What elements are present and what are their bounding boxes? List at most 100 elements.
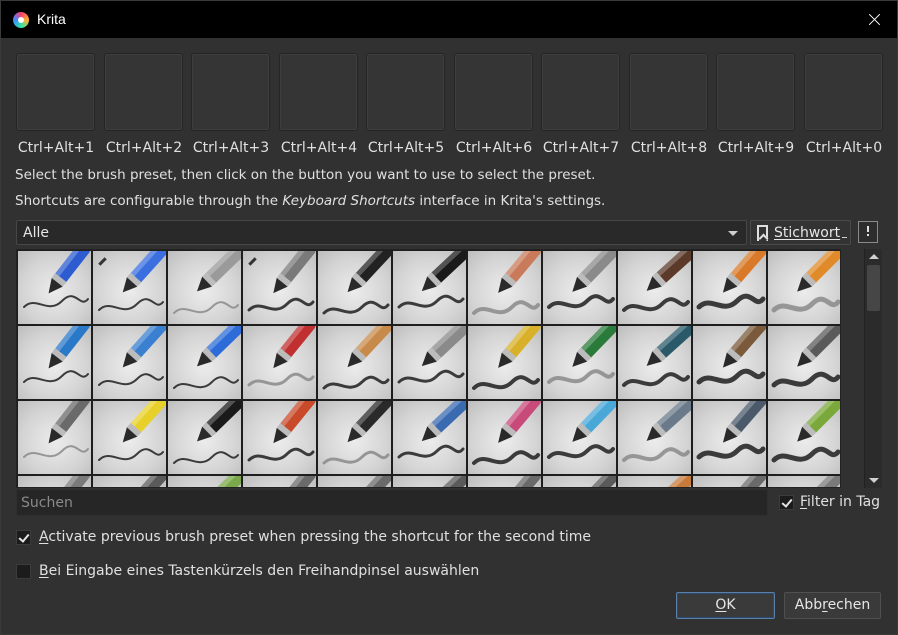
brush-preset-eraser[interactable] [18, 251, 91, 324]
brush-preset-thumbnail [547, 401, 616, 459]
brush-preset-brush-red[interactable] [243, 401, 316, 474]
brush-preset-thumbnail [203, 476, 241, 487]
brush-preset-marker-pink[interactable] [468, 401, 541, 474]
edit-pencil-icon [248, 257, 257, 266]
brush-preset-brush-thin[interactable] [768, 251, 840, 324]
brush-preset-marker-dark[interactable] [693, 401, 766, 474]
brush-preset-marker-cyan[interactable] [543, 401, 616, 474]
brush-preset-pen-calligraphy[interactable] [768, 326, 840, 399]
brush-preset-dip-pen[interactable] [693, 326, 766, 399]
brush-preset-marker-blue[interactable] [393, 401, 466, 474]
brush-preset-thumbnail [653, 476, 691, 487]
brush-preset-preset-44[interactable] [768, 476, 840, 487]
brush-preset-pencil-gold[interactable] [468, 326, 541, 399]
brush-preset-preset-38[interactable] [318, 476, 391, 487]
scroll-down-icon[interactable] [869, 478, 879, 483]
activate-previous-label: Activate previous brush preset when pres… [39, 529, 592, 545]
close-button[interactable] [851, 1, 897, 39]
shortcut-slot-1[interactable] [16, 53, 95, 131]
brush-preset-brush-black[interactable] [318, 401, 391, 474]
brush-preset-pencil-blue[interactable] [18, 326, 91, 399]
brush-preset-thumbnail [322, 251, 391, 315]
brush-preset-thumbnail [696, 401, 766, 460]
bookmark-icon [757, 225, 768, 241]
brush-preset-thumbnail [98, 251, 166, 311]
brush-preset-thumbnail [727, 476, 766, 487]
shortcut-slot-label: Ctrl+Alt+3 [192, 140, 270, 156]
brush-preset-fountain-pen[interactable] [618, 326, 691, 399]
brush-preset-nib-pen[interactable] [168, 401, 241, 474]
brush-preset-pencil-red[interactable] [243, 326, 316, 399]
brush-preset-marker-gray[interactable] [618, 401, 691, 474]
brush-preset-preset-40[interactable] [468, 476, 541, 487]
ok-button[interactable]: OK [676, 592, 775, 619]
krita-logo-icon [13, 12, 29, 28]
brush-preset-thumbnail [771, 401, 840, 463]
brush-preset-preset-41[interactable] [543, 476, 616, 487]
shortcut-slot-2[interactable] [104, 53, 183, 131]
brush-preset-preset-39[interactable] [393, 476, 466, 487]
shortcut-slot-label: Ctrl+Alt+7 [542, 140, 620, 156]
configure-hint-text: Shortcuts are configurable through the K… [15, 193, 606, 209]
window-title: Krita [37, 11, 66, 27]
shortcut-slot-9[interactable] [716, 53, 795, 131]
preset-grid-scrollbar[interactable] [864, 249, 882, 488]
brush-preset-pen-steel[interactable] [18, 401, 91, 474]
filter-in-tag-checkbox[interactable] [779, 495, 794, 510]
activate-previous-checkbox[interactable] [16, 530, 31, 545]
shortcut-slot-3[interactable] [191, 53, 270, 131]
shortcut-slot-10[interactable] [804, 53, 883, 131]
brush-preset-brush-orange[interactable] [693, 251, 766, 324]
brush-preset-airbrush[interactable] [243, 251, 316, 324]
shortcut-slot-label: Ctrl+Alt+0 [805, 140, 883, 156]
brush-preset-pencil-blue-2[interactable] [168, 326, 241, 399]
brush-preset-preset-42[interactable] [618, 476, 691, 487]
brush-preset-preset-34[interactable] [18, 476, 91, 487]
scrollbar-thumb[interactable] [867, 265, 880, 311]
brush-preset-grid[interactable] [16, 249, 841, 488]
brush-preset-preset-35[interactable] [93, 476, 166, 487]
shortcut-slot-label: Ctrl+Alt+6 [455, 140, 533, 156]
brush-preset-marker-black[interactable] [393, 251, 466, 324]
shortcut-slot-8[interactable] [629, 53, 708, 131]
brush-preset-preset-43[interactable] [693, 476, 766, 487]
brush-preset-ink-pen[interactable] [318, 251, 391, 324]
brush-preset-pencil-green[interactable] [543, 326, 616, 399]
brush-preset-thumbnail [428, 476, 466, 487]
brush-preset-pencil-yellow[interactable] [93, 326, 166, 399]
brush-preset-brush-round[interactable] [618, 251, 691, 324]
brush-preset-preset-36[interactable] [168, 476, 241, 487]
brush-preset-smudge-soft[interactable] [168, 251, 241, 324]
cancel-button[interactable]: Abbrechen [784, 592, 881, 619]
brush-preset-thumbnail [472, 251, 541, 315]
scroll-up-icon[interactable] [869, 254, 879, 259]
brush-preset-thumbnail [277, 476, 316, 487]
brush-preset-thumbnail [547, 326, 616, 384]
brush-preset-thumbnail [247, 401, 316, 462]
brush-preset-thumbnail [23, 251, 90, 308]
brush-preset-marker-yellow[interactable] [93, 401, 166, 474]
brush-preset-thumbnail [173, 326, 241, 389]
brush-preset-pen-green[interactable] [768, 401, 840, 474]
brush-preset-preset-37[interactable] [243, 476, 316, 487]
brush-preset-thumbnail [397, 326, 466, 384]
brush-preset-pen-silver[interactable] [393, 326, 466, 399]
brush-preset-thumbnail [52, 476, 90, 487]
preset-search-input[interactable] [16, 489, 768, 516]
keyboard-shortcuts-emphasis: Keyboard Shortcuts [282, 193, 416, 209]
select-freehand-checkbox[interactable] [16, 564, 31, 579]
brush-preset-thumbnail [502, 476, 541, 487]
brush-preset-thumbnail [622, 326, 691, 387]
brush-preset-pen-light[interactable] [468, 251, 541, 324]
shortcut-slot-5[interactable] [366, 53, 445, 131]
brush-preset-pen-gray[interactable] [543, 251, 616, 324]
shortcut-slot-4[interactable] [279, 53, 358, 131]
brush-preset-eraser-soft[interactable] [93, 251, 166, 324]
view-options-button[interactable] [858, 221, 878, 243]
tag-button[interactable]: Stichwort [750, 220, 851, 245]
brush-preset-thumbnail [696, 251, 766, 310]
shortcut-slot-7[interactable] [541, 53, 620, 131]
tag-filter-combo[interactable]: Alle [16, 220, 747, 245]
shortcut-slot-6[interactable] [454, 53, 533, 131]
brush-preset-pencil-wood[interactable] [318, 326, 391, 399]
